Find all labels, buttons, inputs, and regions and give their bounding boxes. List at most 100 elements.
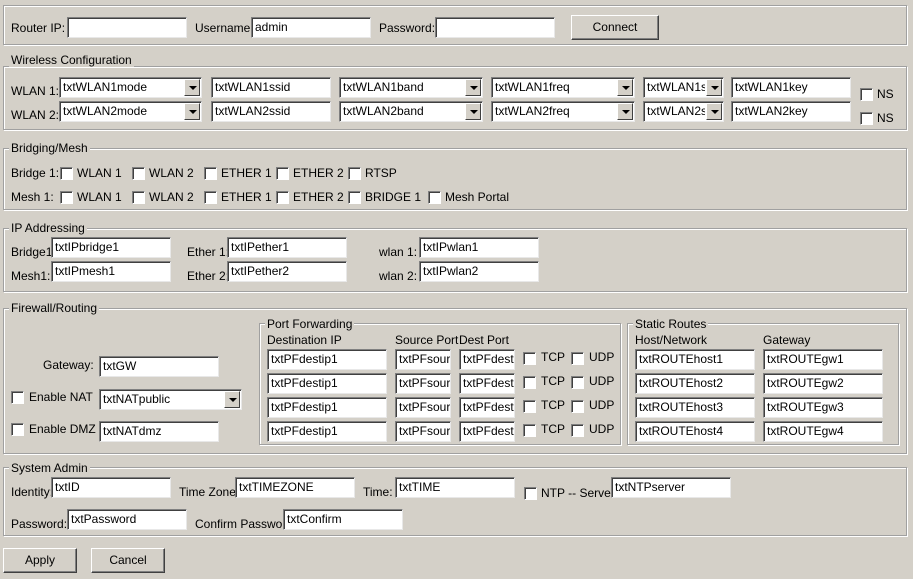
confirm-password-input[interactable]: txtConfirm [283, 509, 403, 530]
wlan1-ssid-input[interactable]: txtWLAN1ssid [211, 77, 331, 98]
wlan1-security-select[interactable]: txtWLAN1se [643, 77, 724, 98]
identity-input[interactable]: txtID [51, 477, 171, 498]
bridge1-rtsp-checkbox[interactable] [348, 167, 361, 180]
bridge1-wlan2-checkbox[interactable] [132, 167, 145, 180]
ip-wlan1-input[interactable]: txtIPwlan1 [419, 237, 539, 258]
chevron-down-icon [706, 79, 722, 96]
enable-nat-checkbox[interactable] [11, 391, 24, 404]
chevron-down-icon [184, 79, 200, 96]
pf-row3-dest-port-input[interactable]: txtPFdestpo [459, 397, 515, 418]
firewall-title: Firewall/Routing [9, 301, 100, 315]
wlan2-mode-select[interactable]: txtWLAN2mode [59, 101, 202, 122]
wlan1-band-select[interactable]: txtWLAN1band [339, 77, 483, 98]
sr-row1-gateway-input[interactable]: txtROUTEgw1 [763, 349, 883, 370]
pf-row4-dest-port-input[interactable]: txtPFdestpo [459, 421, 515, 442]
system-admin-title: System Admin [9, 461, 90, 475]
sr-header-host: Host/Network [635, 333, 708, 347]
chevron-down-icon [706, 103, 722, 120]
sr-row2-host-input[interactable]: txtROUTEhost2 [635, 373, 755, 394]
connect-button[interactable]: Connect [571, 15, 659, 40]
password-input[interactable] [435, 17, 555, 38]
gateway-input[interactable]: txtGW [99, 356, 219, 377]
apply-button[interactable]: Apply [3, 548, 77, 573]
ntp-checkbox[interactable] [524, 487, 537, 500]
wireless-title: Wireless Configuration [9, 53, 134, 67]
chevron-down-icon [224, 391, 240, 408]
sr-row3-gateway-input[interactable]: txtROUTEgw3 [763, 397, 883, 418]
wlan2-key-input[interactable]: txtWLAN2key [731, 101, 851, 122]
admin-password-input[interactable]: txtPassword [67, 509, 187, 530]
pf-row3-udp-checkbox[interactable] [571, 400, 584, 413]
nat-public-select[interactable]: txtNATpublic [99, 389, 242, 410]
chevron-down-icon [617, 103, 633, 120]
pf-row4-tcp-label: TCP [541, 422, 565, 436]
wlan2-security-select[interactable]: txtWLAN2se [643, 101, 724, 122]
router-ip-input[interactable] [67, 17, 187, 38]
username-input[interactable]: admin [251, 17, 371, 38]
pf-row2-dest-port-input[interactable]: txtPFdestpo [459, 373, 515, 394]
bridge1-wlan2-label: WLAN 2 [149, 166, 194, 180]
pf-row1-tcp-checkbox[interactable] [523, 352, 536, 365]
ip-ether1-input[interactable]: txtIPether1 [227, 237, 347, 258]
sr-row4-host-input[interactable]: txtROUTEhost4 [635, 421, 755, 442]
ip-ether2-label: Ether 2: [187, 269, 230, 283]
sr-row1-host-input[interactable]: txtROUTEhost1 [635, 349, 755, 370]
mesh1-ether2-checkbox[interactable] [276, 191, 289, 204]
wlan2-freq-select[interactable]: txtWLAN2freq [491, 101, 635, 122]
pf-row3-dest-ip-input[interactable]: txtPFdestip1 [267, 397, 387, 418]
wlan1-ns-checkbox[interactable] [860, 88, 873, 101]
bridge1-ether2-checkbox[interactable] [276, 167, 289, 180]
bridge1-ether1-checkbox[interactable] [204, 167, 217, 180]
mesh1-ether1-checkbox[interactable] [204, 191, 217, 204]
wlan1-label: WLAN 1: [11, 84, 60, 98]
mesh1-wlan1-checkbox[interactable] [60, 191, 73, 204]
ip-ether2-input[interactable]: txtIPether2 [227, 261, 347, 282]
chevron-down-icon [184, 103, 200, 120]
ip-wlan2-input[interactable]: txtIPwlan2 [419, 261, 539, 282]
pf-row1-source-port-input[interactable]: txtPFsource [395, 349, 451, 370]
pf-row2-dest-ip-input[interactable]: txtPFdestip1 [267, 373, 387, 394]
ntp-server-label: NTP -- Server: [541, 486, 619, 500]
mesh1-mesh-portal-checkbox[interactable] [428, 191, 441, 204]
ip-wlan1-label: wlan 1: [379, 245, 418, 259]
bridge1-ether1-label: ETHER 1 [221, 166, 272, 180]
bridge1-wlan1-checkbox[interactable] [60, 167, 73, 180]
bridge1-ether2-label: ETHER 2 [293, 166, 344, 180]
pf-row4-udp-checkbox[interactable] [571, 424, 584, 437]
ntp-server-input[interactable]: txtNTPserver [611, 477, 731, 498]
wlan1-freq-select[interactable]: txtWLAN1freq [491, 77, 635, 98]
ip-bridge1-input[interactable]: txtIPbridge1 [51, 237, 171, 258]
enable-nat-label: Enable NAT [29, 390, 93, 404]
sr-row3-host-input[interactable]: txtROUTEhost3 [635, 397, 755, 418]
username-label: Username: [195, 21, 254, 35]
pf-row1-dest-ip-input[interactable]: txtPFdestip1 [267, 349, 387, 370]
pf-row3-source-port-input[interactable]: txtPFsource [395, 397, 451, 418]
timezone-input[interactable]: txtTIMEZONE [235, 477, 355, 498]
pf-row3-tcp-checkbox[interactable] [523, 400, 536, 413]
mesh1-wlan2-checkbox[interactable] [132, 191, 145, 204]
sr-row2-gateway-input[interactable]: txtROUTEgw2 [763, 373, 883, 394]
pf-row1-dest-port-input[interactable]: txtPFdestpo [459, 349, 515, 370]
mesh1-label: Mesh 1: [11, 190, 54, 204]
wlan2-ssid-input[interactable]: txtWLAN2ssid [211, 101, 331, 122]
wlan1-key-input[interactable]: txtWLAN1key [731, 77, 851, 98]
wlan2-ns-checkbox[interactable] [860, 112, 873, 125]
wlan1-mode-select[interactable]: txtWLAN1mode [59, 77, 202, 98]
pf-row2-tcp-checkbox[interactable] [523, 376, 536, 389]
pf-row2-source-port-input[interactable]: txtPFsource [395, 373, 451, 394]
pf-row4-tcp-checkbox[interactable] [523, 424, 536, 437]
cancel-button[interactable]: Cancel [91, 548, 165, 573]
pf-row1-udp-checkbox[interactable] [571, 352, 584, 365]
wlan2-band-select[interactable]: txtWLAN2band [339, 101, 483, 122]
mesh1-bridge1-checkbox[interactable] [348, 191, 361, 204]
ip-mesh1-input[interactable]: txtIPmesh1 [51, 261, 171, 282]
time-input[interactable]: txtTIME [395, 477, 515, 498]
pf-row4-dest-ip-input[interactable]: txtPFdestip1 [267, 421, 387, 442]
sr-row4-gateway-input[interactable]: txtROUTEgw4 [763, 421, 883, 442]
chevron-down-icon [465, 79, 481, 96]
enable-dmz-checkbox[interactable] [11, 423, 24, 436]
pf-row2-udp-checkbox[interactable] [571, 376, 584, 389]
pf-row1-tcp-label: TCP [541, 350, 565, 364]
pf-row4-source-port-input[interactable]: txtPFsource [395, 421, 451, 442]
nat-dmz-input[interactable]: txtNATdmz [99, 421, 219, 442]
